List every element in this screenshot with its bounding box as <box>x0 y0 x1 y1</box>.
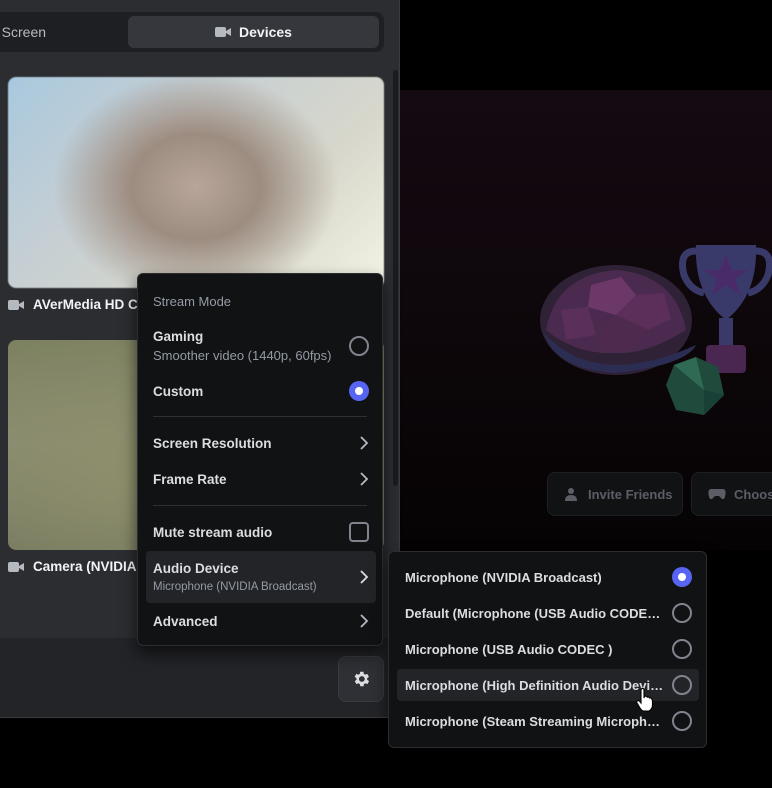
invite-friends-label: Invite Friends <box>588 486 673 502</box>
camera-icon <box>215 27 232 37</box>
tab-screen[interactable]: e Screen <box>0 16 118 48</box>
audio-option[interactable]: Default (Microphone (USB Audio CODEC )) <box>397 597 699 629</box>
menu-item-audio-device[interactable]: Audio Device Microphone (NVIDIA Broadcas… <box>146 551 376 603</box>
audio-option-radio[interactable] <box>672 639 692 659</box>
hand-cursor-icon <box>636 688 654 712</box>
choose-activity-button[interactable]: Choose <box>691 472 772 516</box>
stream-stage: Invite Friends Choose <box>400 90 772 550</box>
menu-item-gaming[interactable]: Gaming Smoother video (1440p, 60fps) <box>146 321 376 371</box>
menu-item-screen-resolution[interactable]: Screen Resolution <box>146 428 376 458</box>
gaming-subtitle: Smoother video (1440p, 60fps) <box>153 348 332 363</box>
audio-option-radio[interactable] <box>672 603 692 623</box>
invite-friends-button[interactable]: Invite Friends <box>547 472 683 516</box>
mute-stream-audio-label: Mute stream audio <box>153 524 273 540</box>
audio-option-label: Default (Microphone (USB Audio CODEC )) <box>405 605 665 621</box>
device-label-avermedia: AVerMedia HD Ca <box>8 297 145 312</box>
tab-devices-label: Devices <box>239 24 292 40</box>
menu-divider <box>153 416 367 417</box>
source-tabs: e Screen Devices <box>0 12 384 52</box>
audio-device-title: Audio Device <box>153 561 239 576</box>
device-name: Camera (NVIDIA I <box>33 559 144 574</box>
device-label-nvidia-camera: Camera (NVIDIA I <box>8 559 144 574</box>
device-preview-avermedia[interactable] <box>8 77 384 288</box>
camera-icon <box>8 299 24 310</box>
audio-option-radio[interactable] <box>672 711 692 731</box>
tab-screen-label: e Screen <box>0 24 47 40</box>
stream-mode-menu: Stream Mode Gaming Smoother video (1440p… <box>137 273 383 646</box>
trophy-illustration-icon <box>540 245 772 415</box>
chevron-right-icon <box>360 570 369 584</box>
audio-device-value: Microphone (NVIDIA Broadcast) <box>153 581 317 593</box>
mute-stream-audio-checkbox[interactable] <box>349 522 369 542</box>
audio-option-label: Microphone (Steam Streaming Micropho... <box>405 713 665 729</box>
screen-resolution-label: Screen Resolution <box>153 435 272 451</box>
audio-option-label: Microphone (USB Audio CODEC ) <box>405 641 613 657</box>
add-user-icon <box>565 488 577 501</box>
audio-option-radio[interactable] <box>672 675 692 695</box>
advanced-label: Advanced <box>153 613 218 629</box>
chevron-right-icon <box>360 472 369 486</box>
stream-settings-button[interactable] <box>338 656 384 702</box>
gaming-title: Gaming <box>153 329 204 344</box>
camera-icon <box>8 561 24 572</box>
menu-divider <box>153 505 367 506</box>
choose-activity-label: Choose <box>734 486 772 502</box>
menu-item-custom[interactable]: Custom <box>146 376 376 406</box>
audio-option-label: Microphone (NVIDIA Broadcast) <box>405 569 602 585</box>
custom-radio[interactable] <box>349 381 369 401</box>
panel-scrollbar[interactable] <box>393 70 398 486</box>
audio-option[interactable]: Microphone (NVIDIA Broadcast) <box>397 561 699 593</box>
gaming-radio[interactable] <box>349 336 369 356</box>
stream-mode-heading: Stream Mode <box>153 294 232 309</box>
tab-devices[interactable]: Devices <box>128 16 379 48</box>
audio-option-radio[interactable] <box>672 567 692 587</box>
menu-item-mute-stream-audio[interactable]: Mute stream audio <box>146 517 376 547</box>
stream-settings-window: Invite Friends Choose e Screen Devices A… <box>0 0 772 788</box>
chevron-right-icon <box>360 436 369 450</box>
gamepad-icon <box>708 489 726 500</box>
audio-option[interactable]: Microphone (USB Audio CODEC ) <box>397 633 699 665</box>
frame-rate-label: Frame Rate <box>153 471 227 487</box>
chevron-right-icon <box>360 614 369 628</box>
device-name: AVerMedia HD Ca <box>33 297 146 312</box>
menu-item-advanced[interactable]: Advanced <box>146 606 376 636</box>
audio-option-label: Microphone (High Definition Audio Device… <box>405 677 665 693</box>
gear-icon <box>354 671 370 687</box>
audio-device-submenu: Microphone (NVIDIA Broadcast) Default (M… <box>388 551 707 748</box>
menu-item-frame-rate[interactable]: Frame Rate <box>146 464 376 494</box>
custom-title: Custom <box>153 383 204 399</box>
